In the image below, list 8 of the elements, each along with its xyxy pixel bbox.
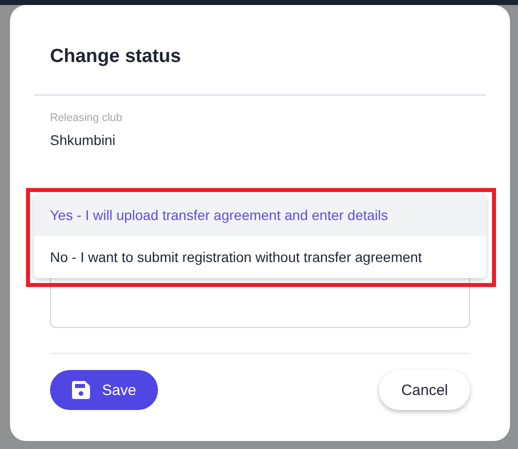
dropdown-option[interactable]: No - I want to submit registration without transfer agreement — [34, 236, 486, 278]
dropdown-option[interactable]: Yes - I will upload transfer agreement and enter details — [34, 194, 486, 236]
dialog-title: Change status — [50, 45, 182, 69]
cancel-button[interactable]: Cancel — [379, 370, 470, 410]
save-button[interactable]: Save — [50, 370, 158, 410]
field-label: Releasing club — [50, 112, 122, 124]
field-value: Shkumbini — [50, 131, 116, 149]
save-icon — [72, 381, 90, 399]
